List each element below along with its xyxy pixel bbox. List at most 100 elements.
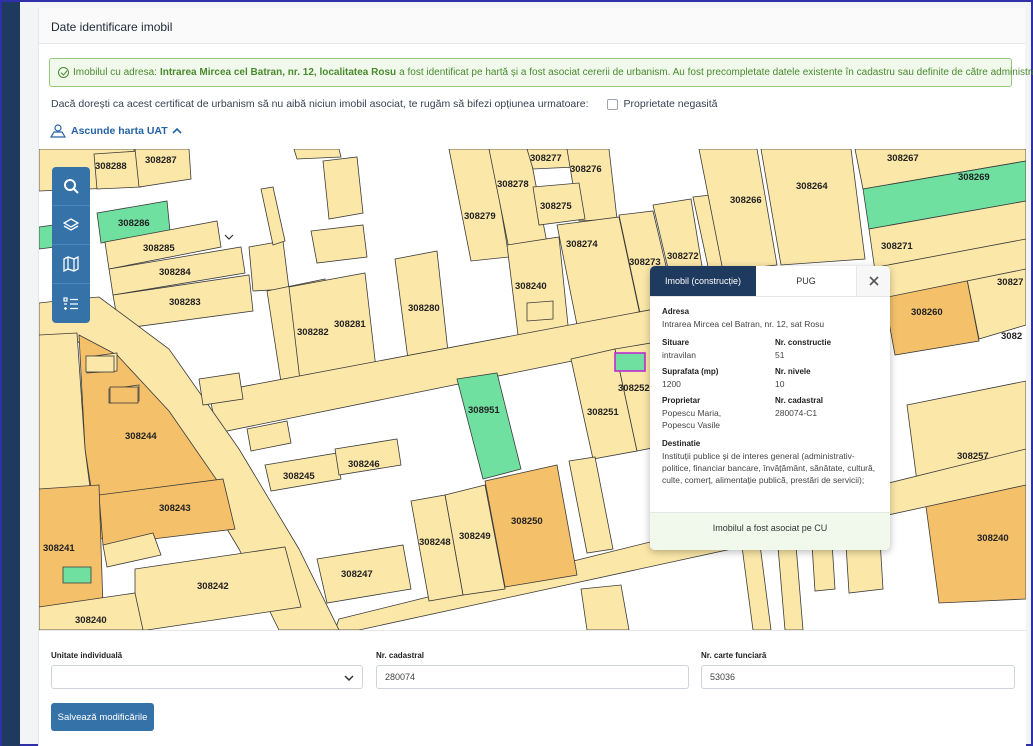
search-icon [64, 179, 79, 194]
adresa-value: Intrarea Mircea cel Batran, nr. 12, sat … [662, 319, 825, 329]
parcel[interactable] [526, 300, 554, 322]
nr-cadastral-value: 280074-C1 [775, 408, 818, 418]
parcel-label: 308243 [159, 503, 191, 514]
tab-pug[interactable]: PUG [756, 266, 856, 296]
parcel-label: 308250 [511, 516, 543, 527]
destinatie-value: Instituții publice și de interes general… [662, 451, 876, 485]
hide-map-toggle[interactable]: Ascunde harta UAT [49, 123, 182, 139]
nr-cadastral-input[interactable]: 280074 [376, 665, 689, 689]
building [109, 386, 139, 404]
close-icon [868, 276, 879, 286]
parcel-308951[interactable] [456, 372, 522, 480]
parcel-label: 308240 [977, 533, 1009, 544]
nr-cadastral-input-value: 280074 [385, 672, 416, 682]
map-user-icon [49, 124, 67, 138]
layers-icon [63, 218, 79, 231]
parcel-label: 308272 [667, 251, 699, 262]
alert-suffix: a fost identificat pe hartă și a fost as… [399, 67, 1033, 78]
parcel-label: 308248 [419, 537, 451, 548]
tab-imobil[interactable]: Imobil (construcție) [650, 266, 756, 296]
parcel-label: 308251 [587, 407, 619, 418]
parcel[interactable] [580, 584, 630, 630]
chevron-down-icon [344, 675, 354, 682]
nr-nivele-value: 10 [775, 379, 785, 389]
success-alert: Imobilul cu adresa: Intrarea Mircea cel … [49, 58, 1033, 87]
selected-building[interactable] [614, 352, 646, 372]
parcel[interactable] [248, 240, 290, 292]
parcel-label: 308276 [570, 164, 602, 175]
parcel[interactable] [740, 536, 772, 630]
parcel[interactable] [198, 372, 244, 406]
suprafata-label: Suprafata (mp) [662, 367, 719, 376]
parcel-label: 308246 [348, 459, 380, 470]
save-button[interactable]: Salvează modificările [51, 703, 154, 731]
popup-tabs: Imobil (construcție) PUG [650, 266, 890, 296]
situare-label: Situare [662, 338, 690, 347]
uat-map[interactable]: 308288 308287 308286 308285 308284 30828… [39, 149, 1026, 630]
map-toolbar [52, 167, 90, 323]
building [85, 355, 115, 373]
unitate-group: Unitate individuală [51, 651, 363, 689]
parcel-label: 308286 [118, 218, 150, 229]
legend-button[interactable] [52, 284, 90, 323]
layers-button[interactable] [52, 206, 90, 245]
nr-cadastral-group: Nr. cadastral 280074 [376, 651, 689, 689]
search-button[interactable] [52, 167, 90, 206]
proprietar-value-1: Popescu Maria, [662, 408, 722, 418]
no-property-question: Dacă dorești ca acest certificat de urba… [51, 98, 718, 110]
nr-nivele-label: Nr. nivele [775, 367, 811, 376]
parcel-label: 308241 [43, 543, 75, 554]
map-icon [63, 256, 79, 272]
list-icon [63, 296, 78, 310]
parcel[interactable] [260, 186, 286, 246]
nr-cadastral-form-label: Nr. cadastral [376, 651, 425, 660]
situare-value: intravilan [662, 350, 697, 360]
question-text: Dacă dorești ca acest certificat de urba… [51, 98, 589, 110]
basemap-button[interactable] [52, 245, 90, 284]
nr-cf-label: Nr. carte funciară [701, 651, 767, 660]
chevron-down-icon [224, 234, 234, 240]
parcel-label: 308951 [468, 405, 500, 416]
parcel-label: 308252 [618, 383, 650, 394]
adresa-label: Adresa [662, 307, 690, 316]
nr-constructie-value: 51 [775, 350, 785, 360]
parcel-label: 308260 [911, 307, 943, 318]
hide-map-label: Ascunde harta UAT [71, 125, 168, 137]
unitate-label: Unitate individuală [51, 651, 123, 660]
parcel-label: 308279 [464, 211, 496, 222]
chevron-up-icon [172, 127, 182, 134]
popup-body: Adresa Intrarea Mircea cel Batran, nr. 1… [650, 296, 890, 486]
parcel-label: 308242 [197, 581, 229, 592]
suprafata-value: 1200 [662, 379, 681, 389]
nr-cadastral-label: Nr. cadastral [775, 396, 824, 405]
parcel-label: 308249 [459, 531, 491, 542]
parcel-label: 308277 [530, 153, 562, 164]
parcel-label: 308271 [881, 241, 913, 252]
parcel[interactable] [310, 224, 368, 264]
parcel-308264[interactable] [760, 149, 866, 266]
unitate-select[interactable] [51, 665, 363, 689]
nr-cf-input[interactable]: 53036 [701, 665, 1015, 689]
nr-cf-group: Nr. carte funciară 53036 [701, 651, 1015, 689]
property-not-found-checkbox[interactable] [606, 98, 618, 110]
parcel-label: 308275 [540, 201, 572, 212]
parcel-label: 308264 [796, 181, 828, 192]
parcel[interactable] [568, 456, 614, 554]
parcel-label: 308284 [159, 267, 191, 278]
parcel-label: 30827 [997, 277, 1023, 288]
parcel-label: 308283 [169, 297, 201, 308]
checkbox-label: Proprietate negasită [623, 98, 718, 110]
parcel-label: 308266 [730, 195, 762, 206]
parcel[interactable] [293, 149, 342, 160]
popup-association-status: Imobilul a fost asociat pe CU [650, 512, 890, 550]
parcel[interactable] [62, 566, 92, 584]
parcel-label: 308240 [515, 281, 547, 292]
card-title: Date identificare imobil [39, 8, 1025, 44]
left-sidebar-strip [2, 2, 20, 746]
proprietar-value-2: Popescu Vasile [662, 420, 720, 430]
parcel[interactable] [322, 156, 364, 220]
parcel-label: 308247 [341, 569, 373, 580]
popup-details-grid: Situare intravilan Nr. constructie 51 Su… [662, 338, 878, 431]
parcel-label: 308240 [75, 615, 107, 626]
close-button[interactable] [856, 266, 890, 296]
